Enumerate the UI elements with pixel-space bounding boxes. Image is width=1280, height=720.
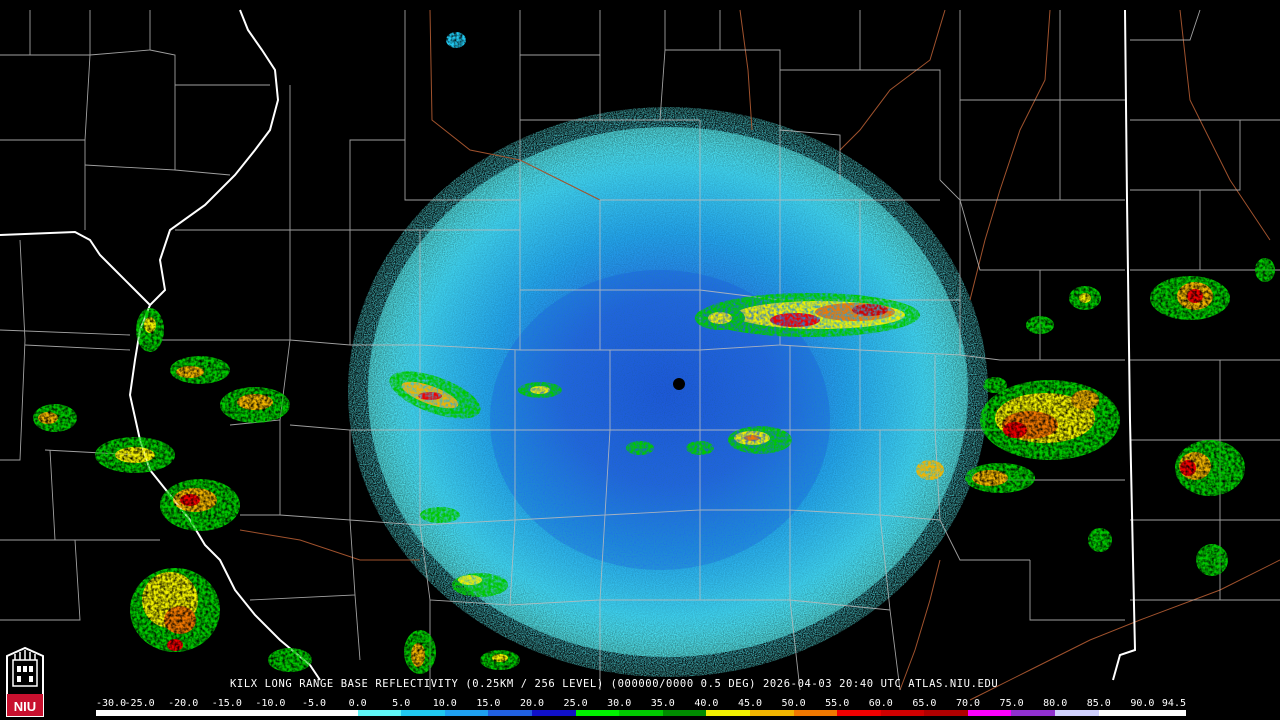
colorbar-segment (96, 710, 140, 716)
colorbar-labels: -30.0 -25.0 -20.0 -15.0 -10.0 -5.0 0.0 5.0 10.0 1… (96, 698, 1186, 710)
colorbar-segment (488, 710, 532, 716)
colorbar-tick-label: 70.0 (955, 698, 981, 709)
niu-logo: NIU (6, 646, 44, 717)
colorbar-tick-label: 80.0 (1043, 698, 1068, 709)
colorbar-segment (1098, 710, 1143, 716)
colorbar-segment (706, 710, 750, 716)
colorbar-tick-label: 20.0 (519, 698, 545, 709)
colorbar-tick-label: 15.0 (476, 698, 501, 709)
colorbar-tick-label: 30.0 (607, 698, 632, 709)
colorbar-segment (1011, 710, 1056, 716)
colorbar-segment (619, 710, 663, 716)
colorbar-tick-label: 94.5 (1161, 698, 1186, 709)
colorbar-segment (924, 710, 968, 716)
colorbar-segment (662, 710, 707, 716)
reflectivity-colorbar (96, 710, 1186, 716)
colorbar-segment (749, 710, 794, 716)
colorbar-tick-label: -10.0 (255, 698, 286, 709)
colorbar-segment (139, 710, 184, 716)
colorbar-segment (270, 710, 314, 716)
colorbar-tick-label: 5.0 (392, 698, 411, 709)
logo-text: NIU (14, 699, 36, 714)
colorbar-segment (967, 710, 1012, 716)
colorbar-tick-label: 35.0 (650, 698, 675, 709)
colorbar-segment (357, 710, 402, 716)
colorbar-tick-label: -25.0 (124, 698, 155, 709)
colorbar-segment (531, 710, 576, 716)
radar-map (0, 9, 1280, 701)
colorbar-segment (444, 710, 489, 716)
colorbar-tick-label: 75.0 (999, 698, 1024, 709)
colorbar-segment (226, 710, 271, 716)
colorbar-tick-label: -5.0 (301, 698, 327, 709)
cell-far-east (1150, 258, 1275, 576)
colorbar-tick-label: 40.0 (694, 698, 719, 709)
colorbar-segment (793, 710, 838, 716)
colorbar-segment (1142, 710, 1186, 716)
colorbar-tick-label: 0.0 (348, 698, 367, 709)
colorbar-tick-label: -30.0 (96, 698, 127, 709)
colorbar-segment (1055, 710, 1099, 716)
colorbar-segment (183, 710, 227, 716)
colorbar-segment (880, 710, 925, 716)
colorbar-tick-label: 85.0 (1086, 698, 1111, 709)
colorbar-tick-label: 10.0 (432, 698, 457, 709)
colorbar-tick-label: 60.0 (868, 698, 893, 709)
radar-site-marker (673, 378, 685, 390)
colorbar-segment (401, 710, 445, 716)
colorbar-segment (313, 710, 358, 716)
colorbar-tick-label: 65.0 (912, 698, 937, 709)
colorbar-tick-label: 25.0 (563, 698, 588, 709)
colorbar-tick-label: 90.0 (1130, 698, 1155, 709)
colorbar-tick-label: -15.0 (211, 698, 242, 709)
colorbar-segment (575, 710, 620, 716)
colorbar-tick-label: 45.0 (737, 698, 763, 709)
colorbar-tick-label: -20.0 (168, 698, 199, 709)
colorbar-tick-label: 55.0 (825, 698, 850, 709)
product-caption: KILX LONG RANGE BASE REFLECTIVITY (0.25K… (230, 678, 999, 690)
colorbar-tick-label: 50.0 (781, 698, 806, 709)
colorbar-segment (837, 710, 881, 716)
